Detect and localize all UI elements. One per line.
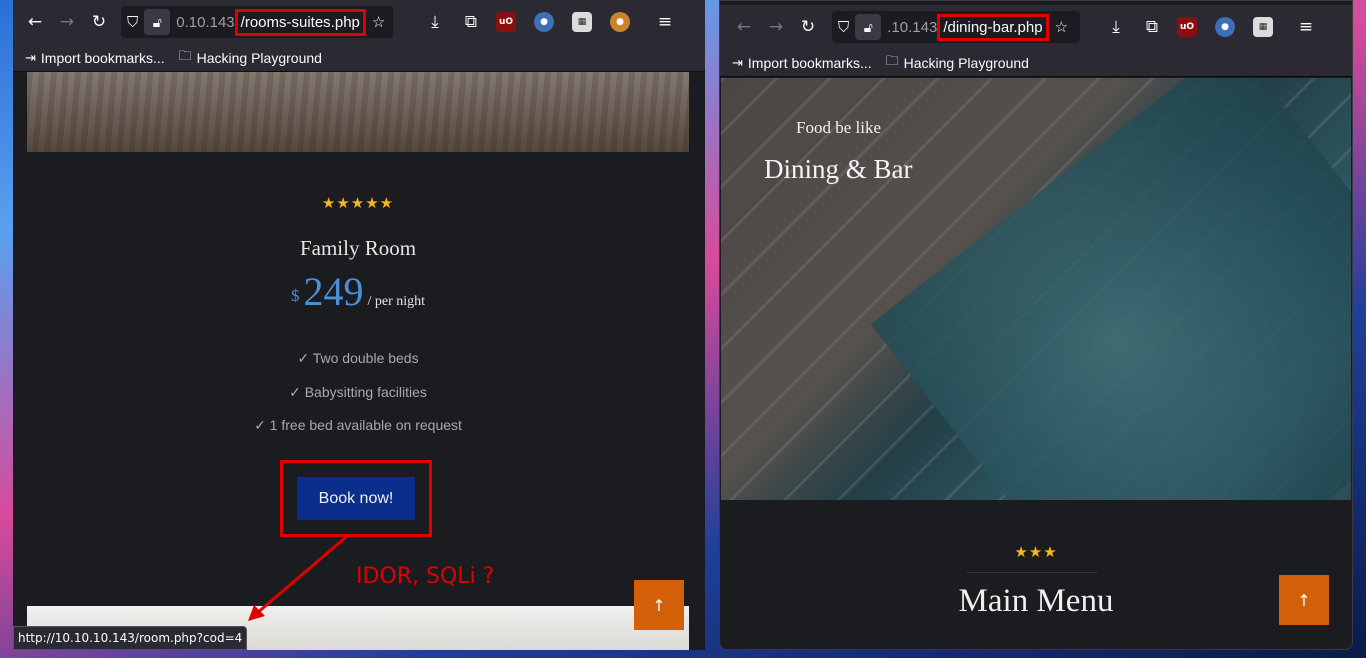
url-bar[interactable]: ⛉ 🔓︎ 0.10.143 /rooms-suites.php ☆: [121, 6, 393, 38]
image-overlay: [721, 78, 1351, 500]
price-amount: 249: [303, 269, 364, 314]
download-icon[interactable]: ⤓: [1100, 11, 1132, 43]
bookmark-hacking-playground[interactable]: 🗀 Hacking Playground: [179, 47, 322, 69]
import-icon: ⇥: [732, 54, 743, 70]
browser-toolbar: ← → ↻ ⛉ 🔓︎ 0.10.143 /rooms-suites.php ☆ …: [13, 0, 705, 44]
ublock-icon[interactable]: uO: [1177, 17, 1197, 37]
room-title: Family Room: [299, 236, 417, 260]
bookmark-star-icon[interactable]: ☆: [372, 13, 385, 31]
ublock-icon[interactable]: uO: [496, 12, 516, 32]
qr-code-icon[interactable]: ▦: [572, 12, 592, 32]
bookmark-import[interactable]: ⇥ Import bookmarks...: [732, 55, 872, 71]
url-host: 0.10.143: [176, 13, 235, 31]
browser-toolbar: ← → ↻ ⛉ 🔓︎ .10.143 /dining-bar.php ☆ ⤓ ⧉…: [720, 5, 1352, 49]
price-period: / per night: [367, 294, 426, 309]
back-arrow-icon[interactable]: ←: [19, 6, 51, 38]
annotation-label: IDOR, SQLi ?: [356, 564, 495, 589]
divider: [967, 572, 1097, 573]
browser-window-right: ← → ↻ ⛉ 🔓︎ .10.143 /dining-bar.php ☆ ⤓ ⧉…: [719, 0, 1353, 650]
bookmark-import[interactable]: ⇥ Import bookmarks...: [25, 50, 165, 66]
cookie-icon[interactable]: ●: [610, 12, 630, 32]
price-currency: $: [290, 286, 300, 305]
reload-icon[interactable]: ↻: [83, 6, 115, 38]
page-content: Food be like Dining & Bar ★★★ Main Menu: [720, 78, 1352, 649]
url-host: .10.143: [887, 18, 938, 36]
forward-arrow-icon[interactable]: →: [51, 6, 83, 38]
back-arrow-icon[interactable]: ←: [728, 11, 760, 43]
download-icon[interactable]: ⤓: [419, 6, 451, 38]
folder-icon: 🗀: [178, 47, 192, 63]
room-rating: ★★★★★: [321, 194, 395, 212]
extension-icon[interactable]: ●: [534, 12, 554, 32]
browser-window-left: ← → ↻ ⛉ 🔓︎ 0.10.143 /rooms-suites.php ☆ …: [13, 0, 705, 650]
reload-icon[interactable]: ↻: [792, 11, 824, 43]
feature-item: ✓ 1 free bed available on request: [254, 417, 462, 433]
room-price: $ 249 / per night: [27, 268, 689, 315]
lock-icon[interactable]: 🔓︎: [855, 14, 882, 40]
puzzle-icon[interactable]: ⧉: [1136, 11, 1168, 43]
scroll-top-button[interactable]: ↑: [1279, 575, 1329, 625]
bookmarks-toolbar: ⇥ Import bookmarks... 🗀 Hacking Playgrou…: [720, 49, 1352, 77]
bookmarks-toolbar: ⇥ Import bookmarks... 🗀 Hacking Playgrou…: [13, 44, 705, 72]
hero-title: Dining & Bar: [764, 154, 913, 184]
room-image: [27, 72, 689, 152]
url-path: /dining-bar.php: [937, 13, 1049, 41]
folder-icon: 🗀: [885, 52, 899, 68]
hamburger-menu-icon[interactable]: ≡: [649, 6, 681, 38]
scroll-top-button[interactable]: ↑: [634, 580, 684, 630]
shield-icon[interactable]: ⛉: [127, 14, 138, 31]
bookmark-hacking-playground[interactable]: 🗀 Hacking Playground: [886, 52, 1029, 74]
forward-arrow-icon[interactable]: →: [760, 11, 792, 43]
puzzle-icon[interactable]: ⧉: [455, 6, 487, 38]
url-path: /rooms-suites.php: [234, 8, 366, 36]
qr-code-icon[interactable]: ▦: [1253, 17, 1273, 37]
hero-subtitle: Food be like: [796, 118, 881, 137]
hamburger-menu-icon[interactable]: ≡: [1290, 11, 1322, 43]
lock-icon[interactable]: 🔓︎: [144, 9, 171, 35]
import-icon: ⇥: [25, 49, 36, 65]
url-bar[interactable]: ⛉ 🔓︎ .10.143 /dining-bar.php ☆: [832, 11, 1080, 43]
link-status-bar: http://10.10.10.143/room.php?cod=4: [13, 626, 248, 650]
feature-item: ✓ Babysitting facilities: [289, 384, 427, 400]
annotation-box: [280, 460, 432, 537]
pool-hero-image: Food be like Dining & Bar: [721, 78, 1351, 500]
shield-icon[interactable]: ⛉: [838, 19, 849, 36]
section-title: Main Menu: [958, 583, 1114, 619]
feature-item: ✓ Two double beds: [297, 350, 419, 366]
menu-rating: ★★★: [1014, 543, 1058, 561]
extension-icon[interactable]: ●: [1215, 17, 1235, 37]
bookmark-star-icon[interactable]: ☆: [1055, 18, 1068, 36]
